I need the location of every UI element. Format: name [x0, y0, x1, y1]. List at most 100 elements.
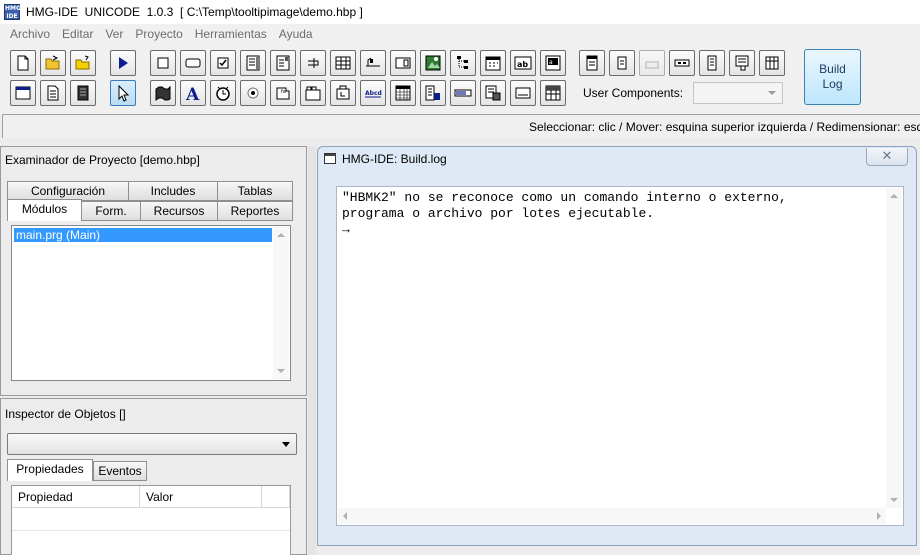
tree-control-button[interactable]: [450, 50, 476, 76]
browse-control-icon: [545, 85, 561, 101]
richedit-control-button[interactable]: Abcd: [360, 80, 386, 106]
tab-tablas[interactable]: Tablas: [217, 181, 293, 201]
modules-scrollbar[interactable]: [273, 227, 289, 379]
hyperlink-control-button[interactable]: fa: [270, 80, 296, 106]
document-button[interactable]: [40, 80, 66, 106]
frame-control-button[interactable]: [150, 80, 176, 106]
chevron-down-icon: [282, 442, 290, 447]
checkbox-control-icon: [217, 57, 229, 69]
menu-editor-icon: [674, 59, 690, 67]
form-button[interactable]: [10, 80, 36, 106]
scroll-up-icon[interactable]: [890, 194, 898, 198]
editbox-control-button[interactable]: a: [540, 50, 566, 76]
tab-propiedades[interactable]: Propiedades: [7, 459, 93, 481]
menu-herramientas[interactable]: Herramientas: [189, 27, 273, 41]
close-button[interactable]: ✕: [866, 148, 908, 166]
control-properties-button[interactable]: [609, 50, 635, 76]
player-control-button[interactable]: [480, 80, 506, 106]
tab-modulos[interactable]: Módulos: [7, 199, 82, 221]
font-button[interactable]: A: [180, 80, 206, 106]
log-line: programa o archivo por lotes ejecutable.: [342, 206, 655, 221]
user-components-select[interactable]: [693, 82, 783, 104]
menu-proyecto[interactable]: Proyecto: [129, 27, 188, 41]
tab-includes[interactable]: Includes: [128, 181, 218, 201]
scroll-right-icon[interactable]: [877, 512, 881, 520]
tab-eventos[interactable]: Eventos: [93, 461, 147, 481]
column-header-valor[interactable]: Valor: [140, 486, 262, 508]
module-button[interactable]: [70, 80, 96, 106]
scroll-left-icon[interactable]: [343, 512, 347, 520]
datepicker-control-button[interactable]: [480, 50, 506, 76]
tab-reportes[interactable]: Reportes: [217, 201, 293, 221]
menu-ayuda[interactable]: Ayuda: [273, 27, 319, 41]
animate-control-button[interactable]: [330, 80, 356, 106]
scroll-down-icon[interactable]: [890, 498, 898, 502]
context-menu-button[interactable]: [699, 50, 725, 76]
control-properties-icon: [617, 56, 627, 70]
pointer-button[interactable]: [110, 80, 136, 106]
tab-control-button[interactable]: [300, 80, 326, 106]
build-log-textarea[interactable]: "HBMK2" no se reconoce como un comando i…: [336, 186, 904, 526]
open-button[interactable]: [40, 50, 66, 76]
monthcal-control-button[interactable]: [390, 80, 416, 106]
tab-recursos[interactable]: Recursos: [140, 201, 218, 221]
tab-order-button[interactable]: [639, 50, 665, 76]
close-icon: ✕: [881, 149, 893, 164]
checkbutton-control-button[interactable]: [300, 50, 326, 76]
progressbar-control-button[interactable]: [450, 80, 476, 106]
spinner-control-button[interactable]: [390, 50, 416, 76]
svg-text:Abcd: Abcd: [365, 90, 382, 97]
properties-grid[interactable]: Propiedad Valor: [11, 485, 291, 555]
menu-editar[interactable]: Editar: [56, 27, 99, 41]
browse-control-button[interactable]: [540, 80, 566, 106]
menu-editor-button[interactable]: [669, 50, 695, 76]
menu-ver[interactable]: Ver: [99, 27, 129, 41]
ipaddress-control-button[interactable]: [420, 80, 446, 106]
object-selector-combo[interactable]: [7, 433, 297, 455]
scroll-up-icon[interactable]: [277, 233, 285, 237]
modules-list[interactable]: main.prg (Main): [11, 225, 291, 381]
activex-control-button[interactable]: [510, 80, 536, 106]
project-explorer-title: Examinador de Proyecto [demo.hbp]: [5, 153, 200, 167]
pointer-icon: [118, 84, 130, 102]
tab-configuracion[interactable]: Configuración: [7, 181, 129, 201]
svg-text:fa: fa: [281, 89, 286, 95]
notify-menu-button[interactable]: [729, 50, 755, 76]
status-bar: Seleccionar: clic / Mover: esquina super…: [2, 114, 920, 138]
build-log-button[interactable]: Build Log: [804, 49, 861, 105]
grid-control-button[interactable]: [330, 50, 356, 76]
radiogroup-control-icon: [247, 87, 259, 99]
combobox-control-button[interactable]: [270, 50, 296, 76]
log-vertical-scrollbar[interactable]: [886, 188, 902, 508]
checkbox-control-button[interactable]: [210, 50, 236, 76]
menu-archivo[interactable]: Archivo: [4, 27, 56, 41]
grid-line: [12, 530, 290, 531]
panel-splitter[interactable]: [308, 146, 316, 555]
button-control-button[interactable]: [180, 50, 206, 76]
document-icon: [47, 85, 59, 101]
textbox-control-button[interactable]: ab: [510, 50, 536, 76]
form-properties-icon: [586, 55, 598, 71]
slider-control-button[interactable]: [360, 50, 386, 76]
form-properties-button[interactable]: [579, 50, 605, 76]
build-log-window: HMG-IDE: Build.log ✕ "HBMK2" no se recon…: [317, 146, 917, 546]
column-header-propiedad[interactable]: Propiedad: [12, 486, 140, 508]
toolbar-editor-button[interactable]: [759, 50, 785, 76]
label-control-button[interactable]: [150, 50, 176, 76]
listbox-control-button[interactable]: [240, 50, 266, 76]
open-folder-icon: [45, 55, 60, 70]
image-control-button[interactable]: [420, 50, 446, 76]
run-button[interactable]: [110, 50, 136, 76]
tab-order-icon: [645, 61, 659, 69]
list-item[interactable]: main.prg (Main): [14, 228, 272, 242]
player-control-icon: [485, 85, 501, 101]
combobox-control-icon: [276, 55, 290, 71]
svg-text:ab: ab: [517, 60, 528, 69]
scroll-down-icon[interactable]: [277, 369, 285, 373]
new-file-button[interactable]: [10, 50, 36, 76]
tab-form[interactable]: Form.: [81, 201, 141, 221]
timer-control-button[interactable]: [210, 80, 236, 106]
log-horizontal-scrollbar[interactable]: [338, 508, 886, 524]
open-project-button[interactable]: [70, 50, 96, 76]
radiogroup-control-button[interactable]: [240, 80, 266, 106]
